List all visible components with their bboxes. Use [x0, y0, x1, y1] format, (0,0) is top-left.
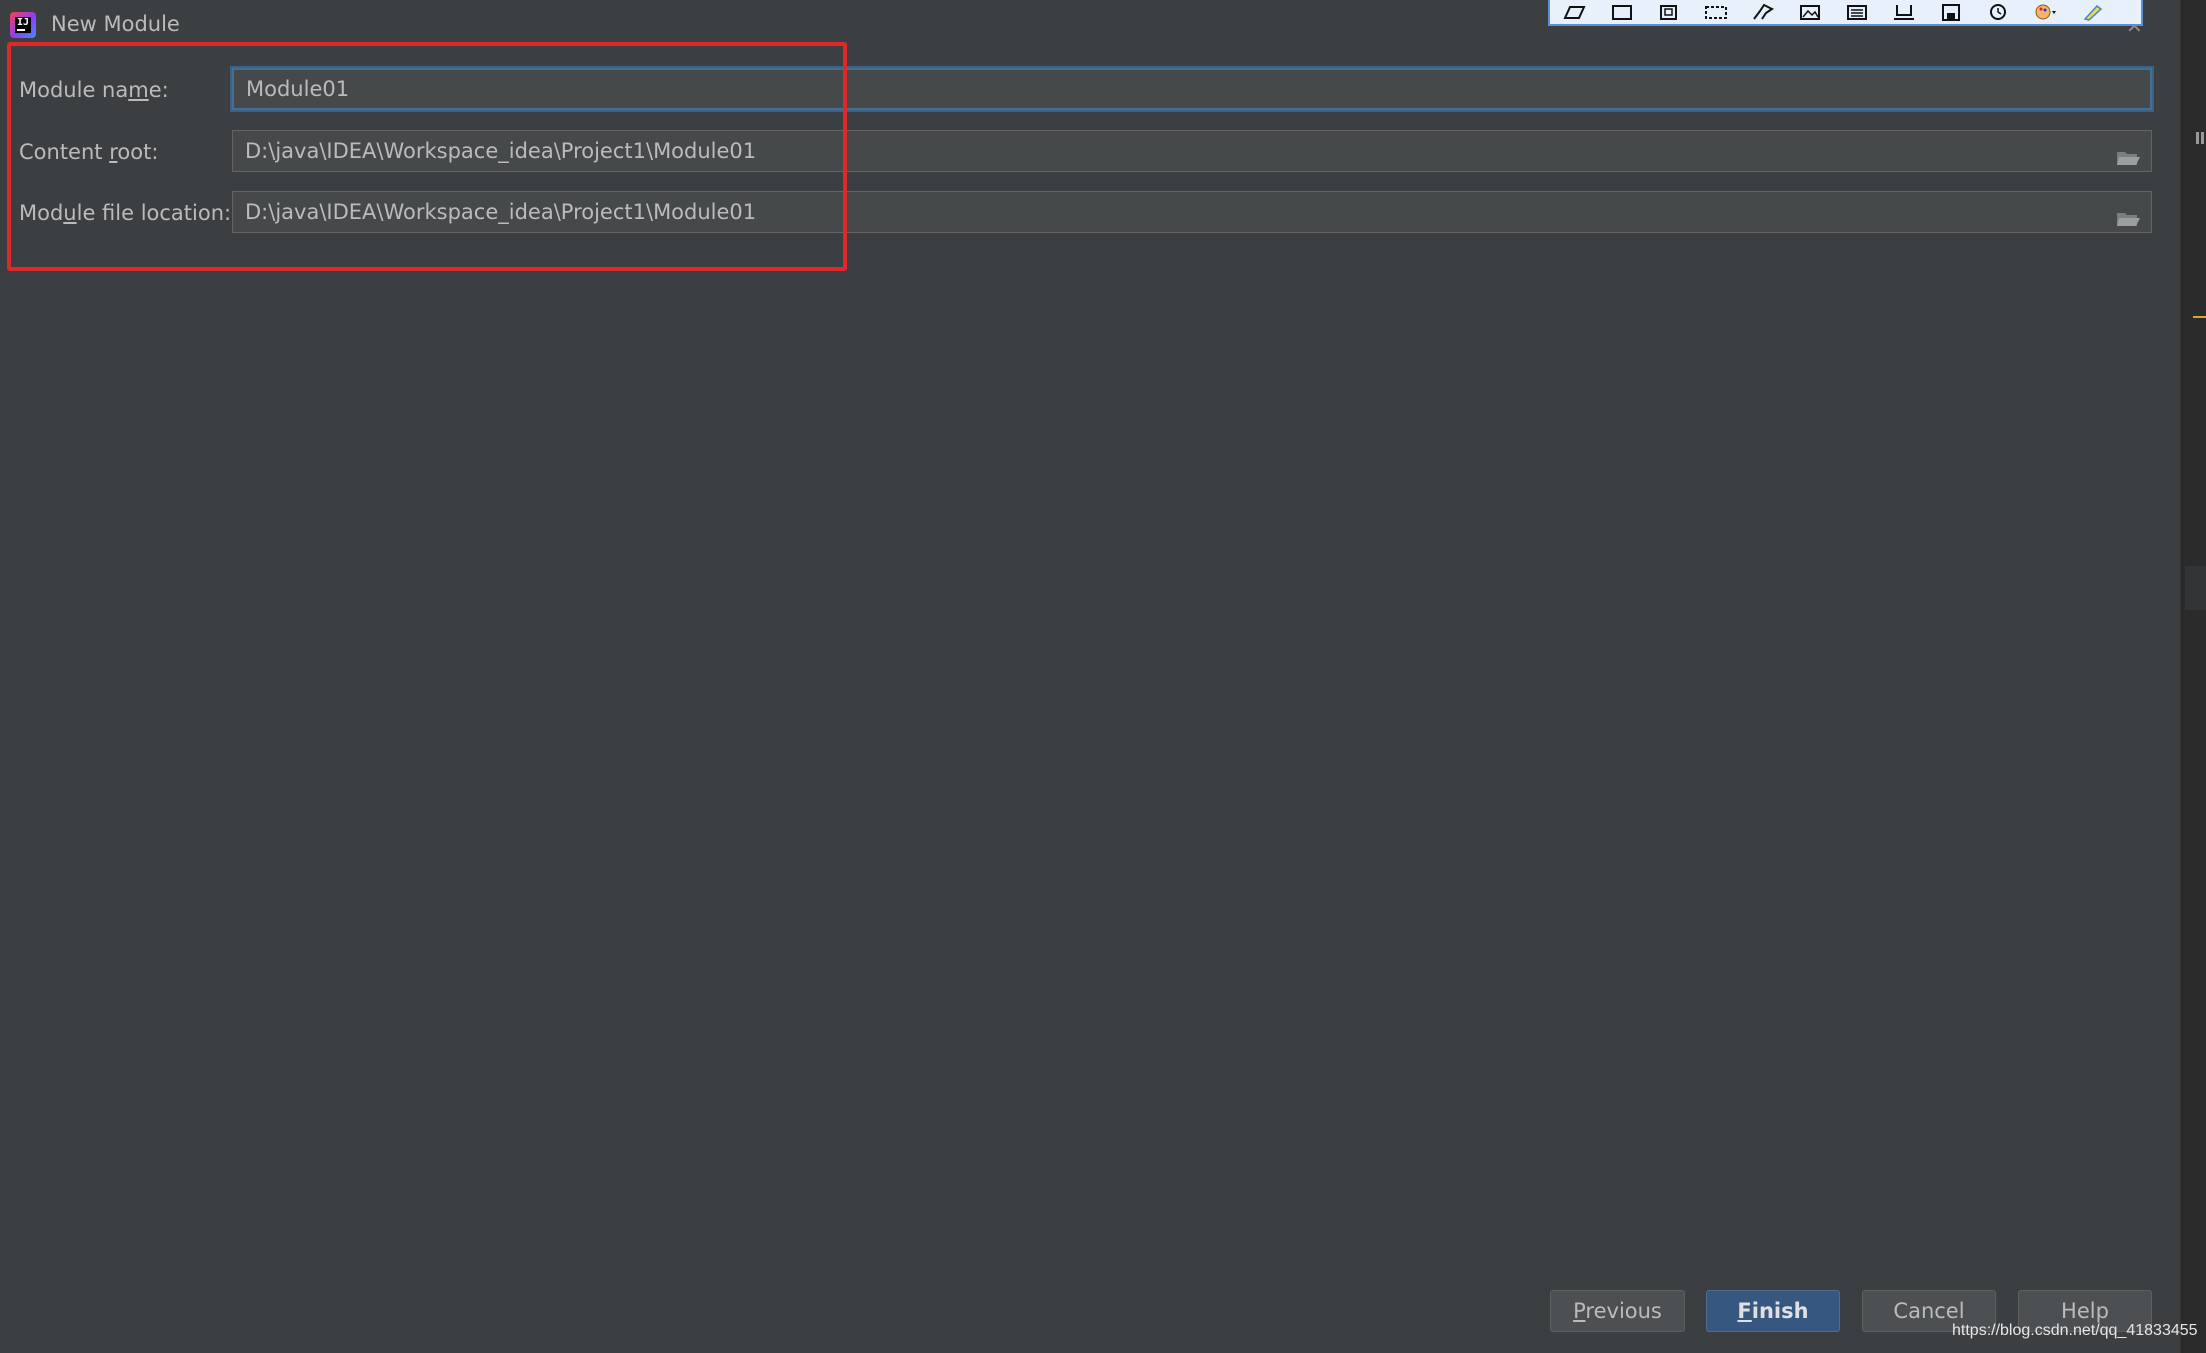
scroll-thumb[interactable]	[2185, 566, 2206, 610]
rectangle-icon[interactable]	[1609, 3, 1635, 21]
marquee-icon[interactable]	[1703, 3, 1729, 21]
content-root-label: Content root:	[19, 140, 159, 164]
previous-button[interactable]: Previous	[1550, 1290, 1685, 1332]
module-name-row: Module name: Module01	[0, 68, 2160, 112]
module-name-input[interactable]: Module01	[232, 68, 2152, 110]
capture-toolbar	[1548, 0, 2143, 26]
brush-icon[interactable]	[2079, 3, 2105, 21]
image-icon[interactable]	[1797, 3, 1823, 21]
pen-icon[interactable]	[1562, 3, 1588, 21]
warning-marker	[2193, 316, 2206, 318]
module-file-location-row: Module file location: D:\java\IDEA\Works…	[0, 191, 2160, 235]
clock-icon[interactable]	[1985, 3, 2011, 21]
pause-marker	[2196, 132, 2199, 144]
floppy-icon[interactable]	[1938, 3, 1964, 21]
window-title: New Module	[51, 12, 180, 36]
watermark: https://blog.csdn.net/qq_41833455	[1952, 1322, 2198, 1339]
editor-scroll-strip	[2180, 0, 2206, 1353]
copy-icon[interactable]	[1656, 3, 1682, 21]
print-icon[interactable]	[1891, 3, 1917, 21]
save-image-icon[interactable]	[1844, 3, 1870, 21]
palette-icon[interactable]	[2032, 3, 2058, 21]
module-file-location-input[interactable]: D:\java\IDEA\Workspace_idea\Project1\Mod…	[232, 191, 2152, 233]
intellij-idea-icon: IJ	[10, 12, 36, 38]
finish-button[interactable]: Finish	[1706, 1290, 1840, 1332]
module-file-location-label: Module file location:	[19, 201, 232, 225]
folder-icon[interactable]	[2115, 202, 2141, 226]
pin-icon[interactable]	[1750, 3, 1776, 21]
folder-icon[interactable]	[2115, 141, 2141, 165]
content-root-input[interactable]: D:\java\IDEA\Workspace_idea\Project1\Mod…	[232, 130, 2152, 172]
module-file-location-value: D:\java\IDEA\Workspace_idea\Project1\Mod…	[245, 200, 757, 224]
content-root-row: Content root: D:\java\IDEA\Workspace_ide…	[0, 130, 2160, 174]
module-name-label: Module name:	[19, 78, 169, 102]
content-root-value: D:\java\IDEA\Workspace_idea\Project1\Mod…	[245, 139, 757, 163]
